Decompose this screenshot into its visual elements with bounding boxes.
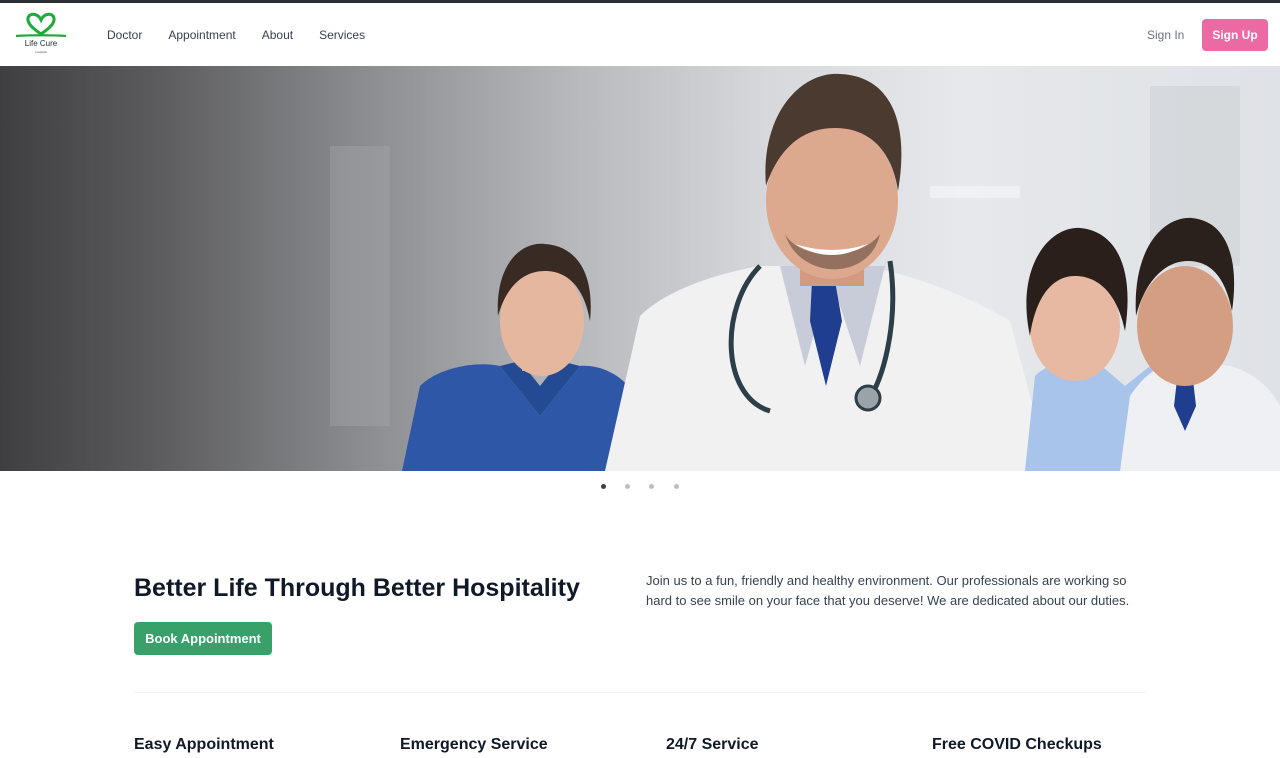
book-appointment-button[interactable]: Book Appointment [134, 622, 272, 655]
nav-appointment[interactable]: Appointment [168, 28, 235, 42]
feature-easy-appointment: Easy Appointment [134, 736, 274, 753]
sign-up-button[interactable]: Sign Up [1202, 19, 1268, 51]
nav-doctor[interactable]: Doctor [107, 28, 142, 42]
nav-services[interactable]: Services [319, 28, 365, 42]
intro-paragraph: Join us to a fun, friendly and healthy e… [646, 573, 1130, 608]
logo[interactable]: Life Cure hospitals [14, 12, 68, 58]
page-headline: Better Life Through Better Hospitality [134, 574, 580, 602]
carousel-dot-3[interactable] [649, 484, 654, 489]
navbar: Life Cure hospitals Doctor Appointment A… [0, 3, 1280, 66]
sign-in-link[interactable]: Sign In [1147, 28, 1184, 42]
logo-name: Life Cure [24, 39, 58, 48]
carousel-indicators [0, 480, 1280, 494]
logo-tagline: hospitals [35, 50, 47, 54]
feature-free-covid-checkups: Free COVID Checkups [932, 736, 1102, 753]
carousel-dot-4[interactable] [674, 484, 679, 489]
hero-image [330, 73, 1280, 471]
heart-logo-icon [15, 12, 67, 38]
section-divider [134, 692, 1146, 693]
carousel-dot-2[interactable] [625, 484, 630, 489]
feature-24-7-service: 24/7 Service [666, 736, 759, 753]
feature-emergency-service: Emergency Service [400, 736, 548, 753]
carousel-dot-1[interactable] [601, 484, 606, 489]
nav-about[interactable]: About [262, 28, 293, 42]
hero-carousel[interactable] [0, 66, 1280, 471]
nav-links: Doctor Appointment About Services [107, 3, 365, 66]
